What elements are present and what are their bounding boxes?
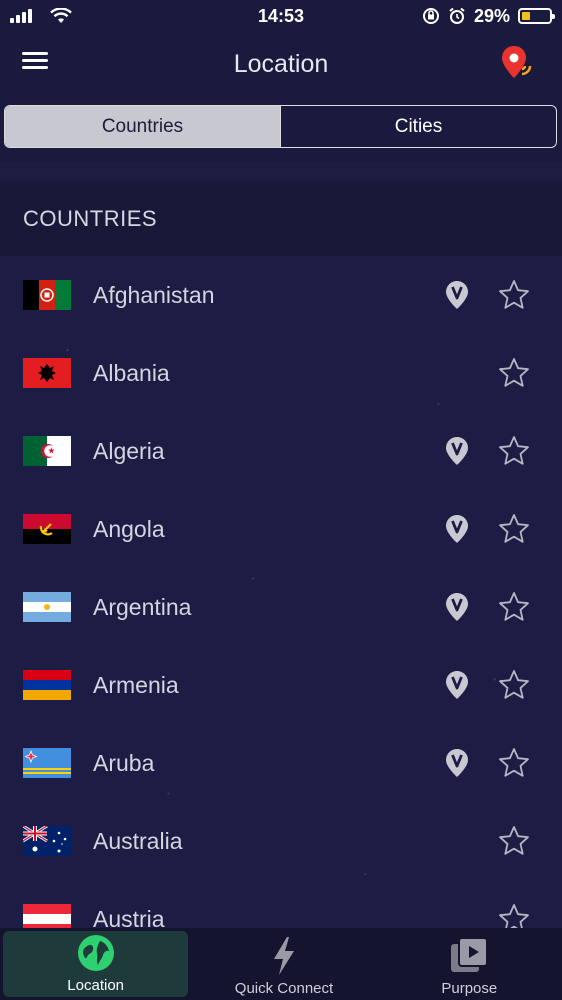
list-item[interactable]: Afghanistan — [0, 256, 562, 334]
country-name: Australia — [93, 827, 183, 854]
v-server-pin-icon — [445, 670, 469, 700]
signal-icon — [10, 9, 32, 23]
flag-australia-icon — [23, 826, 71, 856]
list-item[interactable]: Albania — [0, 334, 562, 412]
v-server-pin-icon — [445, 436, 469, 466]
country-name: Armenia — [93, 671, 179, 698]
list-item[interactable]: Angola — [0, 490, 562, 568]
battery-percent: 29% — [473, 5, 510, 26]
favorite-star-icon[interactable] — [498, 435, 530, 467]
wifi-icon — [50, 8, 72, 23]
v-server-pin-icon — [445, 748, 469, 778]
country-name: Angola — [93, 515, 165, 542]
country-name: Aruba — [93, 749, 155, 776]
battery-icon — [518, 8, 555, 24]
tab-location-label: Location — [67, 977, 125, 994]
list-item[interactable]: Aruba — [0, 724, 562, 802]
flag-angola-icon — [23, 514, 71, 544]
divider — [0, 162, 562, 180]
list-item[interactable]: Austria — [0, 880, 562, 928]
list-item[interactable]: Armenia — [0, 646, 562, 724]
country-name: Algeria — [93, 437, 165, 464]
location-pin-icon — [502, 46, 532, 78]
segmented-control: Countries Cities — [4, 105, 557, 148]
favorite-star-icon[interactable] — [498, 747, 530, 779]
flag-algeria-icon — [23, 436, 71, 466]
tab-cities[interactable]: Cities — [280, 106, 556, 147]
tab-purpose[interactable]: Purpose — [377, 928, 562, 1000]
tab-quick-connect-label: Quick Connect — [234, 980, 334, 997]
tab-countries[interactable]: Countries — [5, 106, 280, 147]
menu-button[interactable] — [22, 52, 48, 72]
favorite-star-icon[interactable] — [498, 825, 530, 857]
v-server-pin-icon — [445, 592, 469, 622]
rotation-lock-icon — [422, 8, 439, 24]
favorite-star-icon[interactable] — [498, 669, 530, 701]
tab-location[interactable]: Location — [3, 931, 189, 997]
favorite-star-icon[interactable] — [498, 279, 530, 311]
favorite-star-icon[interactable] — [498, 357, 530, 389]
favorite-star-icon[interactable] — [498, 513, 530, 545]
flag-argentina-icon — [23, 592, 71, 622]
v-server-pin-icon — [445, 514, 469, 544]
section-header: COUNTRIES — [0, 182, 562, 256]
list-item[interactable]: Australia — [0, 802, 562, 880]
alarm-icon — [449, 7, 465, 24]
flag-armenia-icon — [23, 670, 71, 700]
flag-aruba-icon — [23, 748, 71, 778]
flag-albania-icon — [23, 358, 71, 388]
tab-quick-connect[interactable]: Quick Connect — [191, 928, 376, 1000]
favorite-star-icon[interactable] — [498, 903, 530, 928]
tab-bar: Location Quick Connect Purpose — [0, 928, 562, 1000]
flag-afghanistan-icon — [23, 280, 71, 310]
country-name: Albania — [93, 359, 170, 386]
favorite-star-icon[interactable] — [498, 591, 530, 623]
tab-purpose-label: Purpose — [441, 980, 498, 997]
country-list[interactable]: Afghanistan Albania Algeria Angola Argentina… — [0, 256, 562, 928]
country-name: Argentina — [93, 593, 192, 620]
country-name: Austria — [93, 905, 165, 929]
navigation-header: Location — [0, 32, 562, 96]
list-item[interactable]: Algeria — [0, 412, 562, 490]
list-item[interactable]: Argentina — [0, 568, 562, 646]
location-pin-button[interactable] — [500, 44, 534, 82]
globe-icon — [77, 935, 114, 971]
v-server-pin-icon — [445, 280, 469, 310]
flag-austria-icon — [23, 904, 71, 928]
status-bar: 14:53 29% — [0, 0, 562, 32]
lightning-icon — [273, 937, 294, 975]
video-icon — [451, 937, 489, 972]
country-name: Afghanistan — [93, 281, 215, 308]
page-title: Location — [233, 49, 329, 78]
